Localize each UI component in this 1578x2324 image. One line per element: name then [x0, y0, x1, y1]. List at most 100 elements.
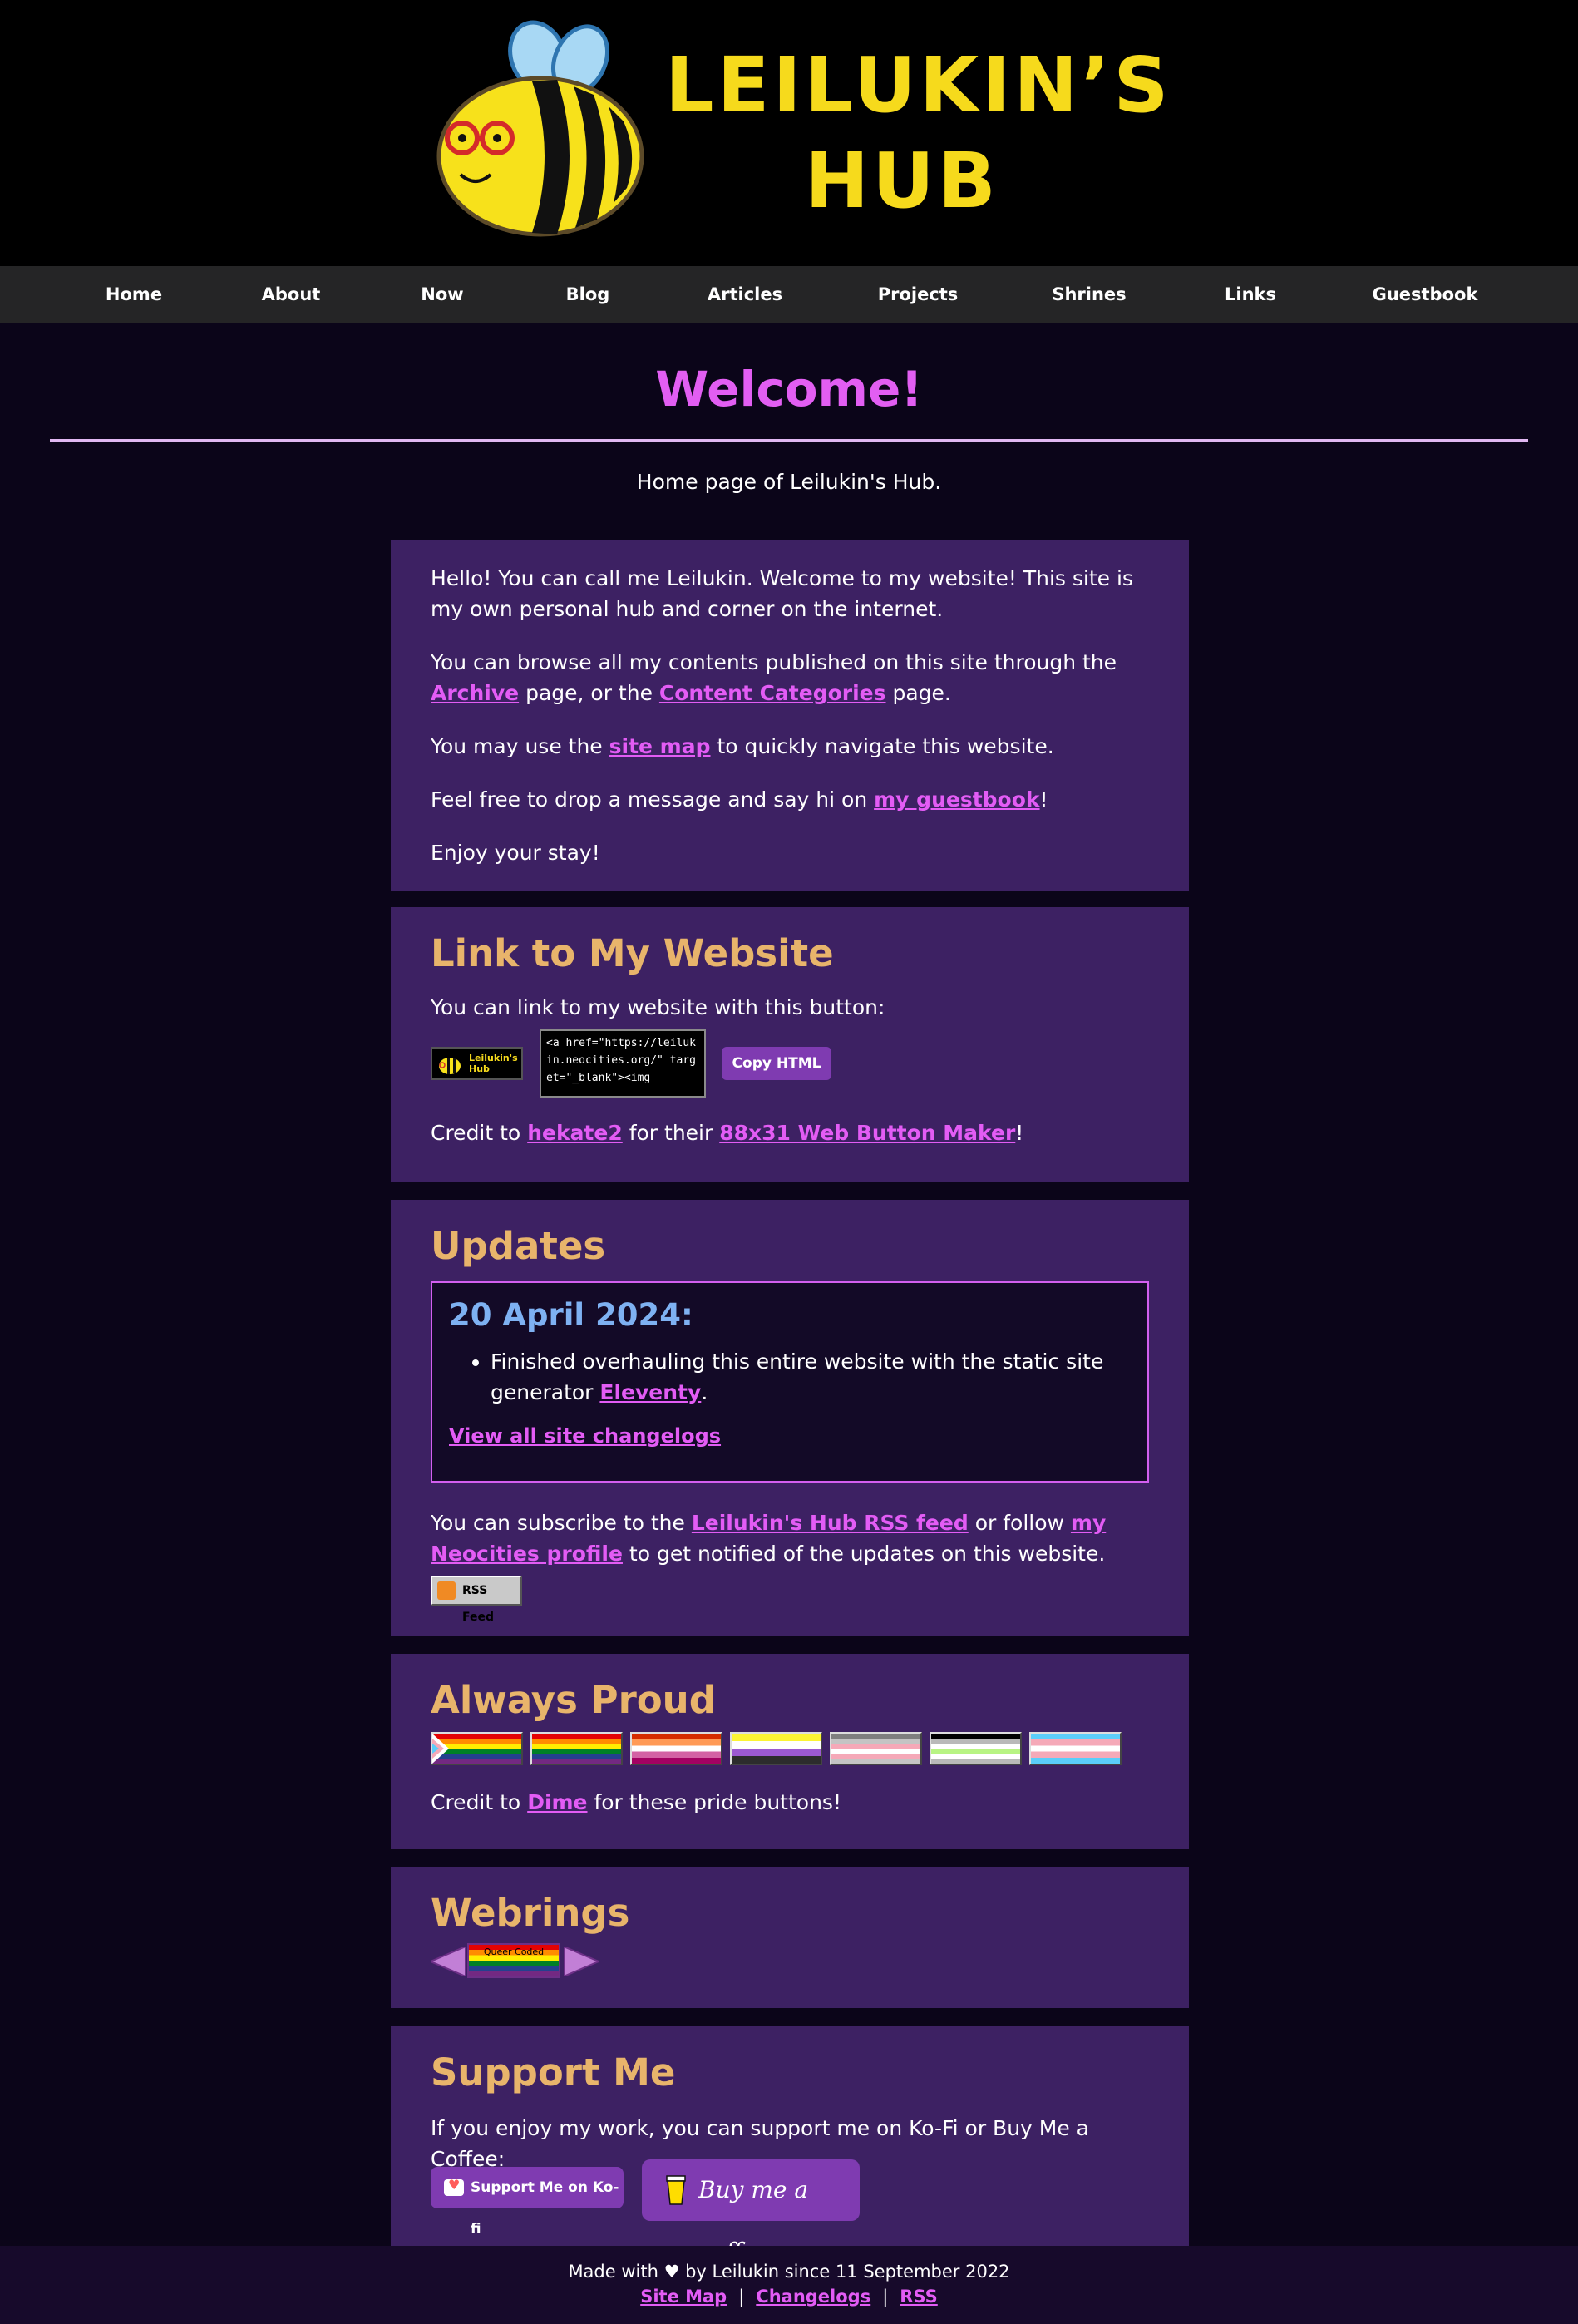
footer-changelogs-link[interactable]: Changelogs [756, 2287, 870, 2307]
always-proud-card: Always Proud Credit to Dime for these pr… [391, 1654, 1189, 1849]
intro-paragraph-4: Feel free to drop a message and say hi o… [431, 784, 1149, 815]
agender-flag-button[interactable] [930, 1732, 1022, 1765]
text: page, or the [519, 681, 659, 705]
site-header: LEILUKIN’S HUB [0, 0, 1578, 266]
text: Feel free to drop a message and say hi o… [431, 787, 875, 812]
kofi-label: Support Me on Ko-fi [471, 2179, 619, 2238]
archive-link[interactable]: Archive [431, 681, 519, 705]
nonbinary-flag-button[interactable] [730, 1732, 822, 1765]
update-date: 20 April 2024: [449, 1297, 693, 1333]
nav-shrines[interactable]: Shrines [1052, 266, 1126, 323]
link-to-site-card: Link to My Website You can link to my we… [391, 907, 1189, 1182]
link-card-text: You can link to my website with this but… [431, 995, 885, 1019]
text: to quickly navigate this website. [710, 734, 1054, 758]
intro-paragraph-5: Enjoy your stay! [431, 841, 600, 865]
site-badge-text: Leilukin's Hub [469, 1053, 518, 1074]
button-code-row: Leilukin's Hub <a href="https://leilukin… [431, 1029, 1149, 1099]
link-card-heading: Link to My Website [431, 931, 834, 975]
nav-now[interactable]: Now [421, 266, 463, 323]
intro-paragraph-2: You can browse all my contents published… [431, 647, 1149, 708]
webring-label: Queer Coded [483, 1947, 545, 1957]
text: for their [622, 1121, 720, 1145]
intro-paragraph-3: You may use the site map to quickly navi… [431, 731, 1149, 762]
site-logo-text[interactable]: LEILUKIN’S HUB [665, 37, 1172, 229]
always-proud-heading: Always Proud [431, 1678, 716, 1722]
button-html-code-textarea[interactable]: <a href="https://leilukin.neocities.org/… [540, 1029, 706, 1098]
rss-feed-button[interactable]: RSS Feed [431, 1576, 522, 1624]
text: You may use the [431, 734, 609, 758]
update-list: Finished overhauling this entire website… [449, 1346, 1131, 1408]
updates-heading: Updates [431, 1224, 606, 1268]
updates-card: Updates 20 April 2024: Finished overhaul… [391, 1200, 1189, 1636]
guestbook-link[interactable]: my guestbook [874, 787, 1039, 812]
rss-icon [437, 1581, 456, 1600]
pride-buttons-row [431, 1732, 1149, 1767]
site-footer: Made with ♥ by Leilukin since 11 Septemb… [0, 2246, 1578, 2324]
hekate2-link[interactable]: hekate2 [527, 1121, 623, 1145]
buy-me-a-coffee-button[interactable]: Buy me a coffee [642, 2159, 860, 2265]
pride-buttons-credit: Credit to Dime for these pride buttons! [431, 1787, 1149, 1818]
text: You can browse all my contents published… [431, 650, 1117, 674]
footer-separator: | [882, 2287, 889, 2307]
text: ! [1015, 1121, 1024, 1145]
nav-links[interactable]: Links [1225, 266, 1276, 323]
view-all-changelogs-link[interactable]: View all site changelogs [449, 1424, 721, 1448]
title-divider [50, 439, 1528, 442]
page-title: Welcome! [655, 361, 923, 417]
nav-blog[interactable]: Blog [566, 266, 610, 323]
webring-prev-arrow-icon[interactable] [431, 1947, 466, 1976]
footer-rss-link[interactable]: RSS [900, 2287, 937, 2307]
intro-paragraph-1: Hello! You can call me Leilukin. Welcome… [431, 566, 1133, 621]
site-88x31-button[interactable]: Leilukin's Hub [431, 1047, 523, 1080]
text: to get notified of the updates on this w… [622, 1542, 1106, 1566]
demigirl-flag-button[interactable] [830, 1732, 922, 1765]
dime-link[interactable]: Dime [527, 1790, 587, 1814]
copy-html-button[interactable]: Copy HTML [722, 1047, 831, 1080]
text: ! [1039, 787, 1048, 812]
nav-guestbook[interactable]: Guestbook [1373, 266, 1478, 323]
heart-icon: ♥ [448, 2177, 461, 2193]
text: Credit to [431, 1121, 528, 1145]
nav-projects[interactable]: Projects [878, 266, 959, 323]
main-nav: Home About Now Blog Articles Projects Sh… [0, 266, 1578, 323]
nav-about[interactable]: About [262, 266, 321, 323]
bee-logo-icon[interactable] [432, 13, 648, 239]
nav-articles[interactable]: Articles [708, 266, 782, 323]
coffee-cup-icon [666, 2175, 686, 2205]
webring-next-arrow-icon[interactable] [564, 1947, 599, 1976]
progress-chevron-icon [432, 1734, 449, 1764]
button-maker-link[interactable]: 88x31 Web Button Maker [719, 1121, 1015, 1145]
text: Credit to [431, 1790, 528, 1814]
rainbow-flag-button[interactable] [530, 1732, 623, 1765]
rss-badge-label: RSS Feed [462, 1584, 495, 1624]
eleventy-link[interactable]: Eleventy [599, 1380, 701, 1404]
text: or follow [968, 1511, 1071, 1535]
lesbian-flag-button[interactable] [630, 1732, 722, 1765]
intro-card: Hello! You can call me Leilukin. Welcome… [391, 540, 1189, 891]
progress-pride-flag-button[interactable] [431, 1732, 523, 1765]
nav-home[interactable]: Home [106, 266, 162, 323]
kofi-button[interactable]: ♥ Support Me on Ko-fi [431, 2167, 624, 2238]
webrings-heading: Webrings [431, 1891, 630, 1935]
footer-site-map-link[interactable]: Site Map [640, 2287, 727, 2307]
text: You can subscribe to the [431, 1511, 692, 1535]
footer-separator: | [738, 2287, 745, 2307]
bee-mini-icon [439, 1058, 461, 1074]
webrings-card: Webrings Queer Coded [391, 1867, 1189, 2008]
rss-feed-link[interactable]: Leilukin's Hub RSS feed [692, 1511, 969, 1535]
footer-credit: Made with ♥ by Leilukin since 11 Septemb… [568, 2262, 1010, 2282]
logo-line-1: LEILUKIN’S [665, 41, 1172, 130]
webring-badge[interactable]: Queer Coded [467, 1943, 560, 1978]
site-map-link[interactable]: site map [609, 734, 711, 758]
subscribe-text: You can subscribe to the Leilukin's Hub … [431, 1507, 1149, 1569]
text: for these pride buttons! [587, 1790, 841, 1814]
update-item: Finished overhauling this entire website… [491, 1346, 1131, 1408]
text: . [701, 1380, 708, 1404]
page-subtitle: Home page of Leilukin's Hub. [636, 470, 942, 494]
transgender-flag-button[interactable] [1029, 1732, 1122, 1765]
text: page. [885, 681, 951, 705]
content-categories-link[interactable]: Content Categories [659, 681, 886, 705]
queer-coded-webring: Queer Coded [431, 1943, 1149, 1980]
support-heading: Support Me [431, 2050, 676, 2095]
text: Finished overhauling this entire website… [491, 1349, 1104, 1404]
